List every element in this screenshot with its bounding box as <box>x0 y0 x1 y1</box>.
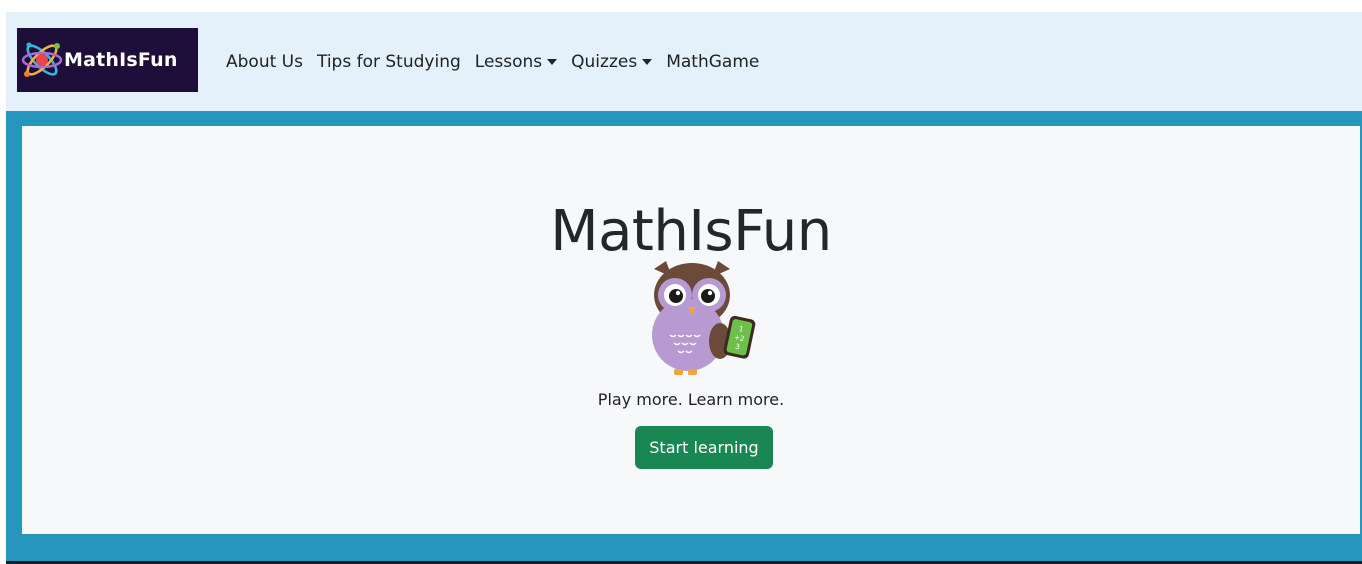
nav-links: About Us Tips for Studying Lessons Quizz… <box>219 12 766 111</box>
nav-tips-label: Tips for Studying <box>316 51 461 72</box>
hero-frame: MathIsFun 1 +2 3 Play more. Learn more. … <box>6 111 1362 561</box>
navbar: MathIsFun About Us Tips for Studying Les… <box>6 12 1362 111</box>
brand-name: MathIsFun <box>64 49 178 71</box>
nav-mathgame-label: MathGame <box>666 51 760 72</box>
caret-down-icon <box>642 58 653 65</box>
nav-tips-for-studying[interactable]: Tips for Studying <box>310 52 468 72</box>
nav-quizzes-label: Quizzes <box>571 51 638 72</box>
hero-title: MathIsFun <box>550 199 832 264</box>
hero-section: MathIsFun 1 +2 3 Play more. Learn more. … <box>22 126 1360 534</box>
nav-lessons-dropdown[interactable]: Lessons <box>468 52 564 72</box>
nav-about-us[interactable]: About Us <box>219 52 310 72</box>
brand-logo-link[interactable]: MathIsFun <box>17 28 198 92</box>
owl-with-tablet-icon: 1 +2 3 <box>652 261 756 375</box>
atom-logo-icon <box>21 42 63 77</box>
nav-mathgame[interactable]: MathGame <box>659 52 766 72</box>
nav-lessons-label: Lessons <box>474 51 543 72</box>
hero-tagline: Play more. Learn more. <box>597 390 785 409</box>
caret-down-icon <box>547 58 558 65</box>
nav-quizzes-dropdown[interactable]: Quizzes <box>564 52 659 72</box>
page: MathIsFun About Us Tips for Studying Les… <box>0 0 1362 564</box>
nav-about-us-label: About Us <box>226 51 303 72</box>
start-learning-button[interactable]: Start learning <box>635 426 773 469</box>
